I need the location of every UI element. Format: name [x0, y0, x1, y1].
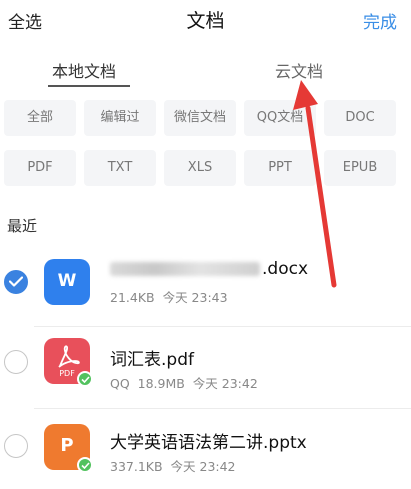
file-name: 词汇表.pdf [110, 350, 194, 370]
file-row[interactable]: P 大学英语语法第二讲.pptx 337.1KB 今天 23:42 [0, 410, 411, 489]
file-size: 21.4KB [110, 290, 155, 305]
file-row[interactable]: PDF 词汇表.pdf QQ 18.9MB 今天 23:42 [0, 328, 411, 408]
file-name: 大学英语语法第二讲.pptx [110, 433, 307, 453]
ppt-file-icon: P [44, 424, 93, 473]
file-source: QQ [110, 376, 130, 391]
file-checkbox[interactable] [4, 350, 28, 374]
filter-chip-wechat[interactable]: 微信文档 [164, 100, 236, 136]
file-name: .docx [110, 259, 308, 279]
row-divider [34, 326, 411, 327]
file-time: 今天 23:43 [162, 290, 228, 305]
filter-chip-all[interactable]: 全部 [4, 100, 76, 136]
filter-chip-qq[interactable]: QQ文档 [244, 100, 316, 136]
file-icon-label: W [57, 271, 77, 291]
done-button[interactable]: 完成 [363, 8, 397, 33]
tab-bar: 本地文档 云文档 [0, 52, 411, 88]
section-title-recent: 最近 [7, 217, 38, 235]
filter-chip-epub[interactable]: EPUB [324, 150, 396, 186]
file-meta: QQ 18.9MB 今天 23:42 [110, 373, 258, 392]
synced-badge-icon [77, 371, 93, 387]
synced-badge-icon [77, 457, 93, 473]
file-size: 18.9MB [137, 376, 185, 391]
tab-cloud-docs[interactable]: 云文档 [275, 58, 323, 82]
page-title: 文档 [186, 10, 225, 32]
acrobat-glyph-icon [58, 345, 80, 368]
redacted-name [110, 262, 260, 276]
file-checkbox[interactable] [4, 434, 28, 458]
word-file-icon: W [44, 259, 90, 305]
file-time: 今天 23:42 [170, 459, 236, 474]
file-icon-label: P [60, 435, 74, 456]
filter-chip-pdf[interactable]: PDF [4, 150, 76, 186]
filter-chip-edited[interactable]: 编辑过 [84, 100, 156, 136]
file-size: 337.1KB [110, 459, 163, 474]
filter-chip-doc[interactable]: DOC [324, 100, 396, 136]
filter-chip-ppt[interactable]: PPT [244, 150, 316, 186]
file-meta: 21.4KB 今天 23:43 [110, 287, 228, 306]
filter-chip-txt[interactable]: TXT [84, 150, 156, 186]
row-divider [34, 408, 411, 409]
filter-chip-xls[interactable]: XLS [164, 150, 236, 186]
file-row[interactable]: W .docx 21.4KB 今天 23:43 [0, 245, 411, 325]
top-bar: 全选 文档 完成 [0, 0, 411, 40]
tab-local-docs[interactable]: 本地文档 [52, 58, 116, 82]
pdf-file-icon: PDF [44, 338, 93, 387]
check-icon [9, 276, 23, 287]
file-meta: 337.1KB 今天 23:42 [110, 456, 236, 475]
active-tab-indicator [48, 85, 130, 87]
file-time: 今天 23:42 [192, 376, 258, 391]
file-checkbox[interactable] [4, 270, 28, 294]
